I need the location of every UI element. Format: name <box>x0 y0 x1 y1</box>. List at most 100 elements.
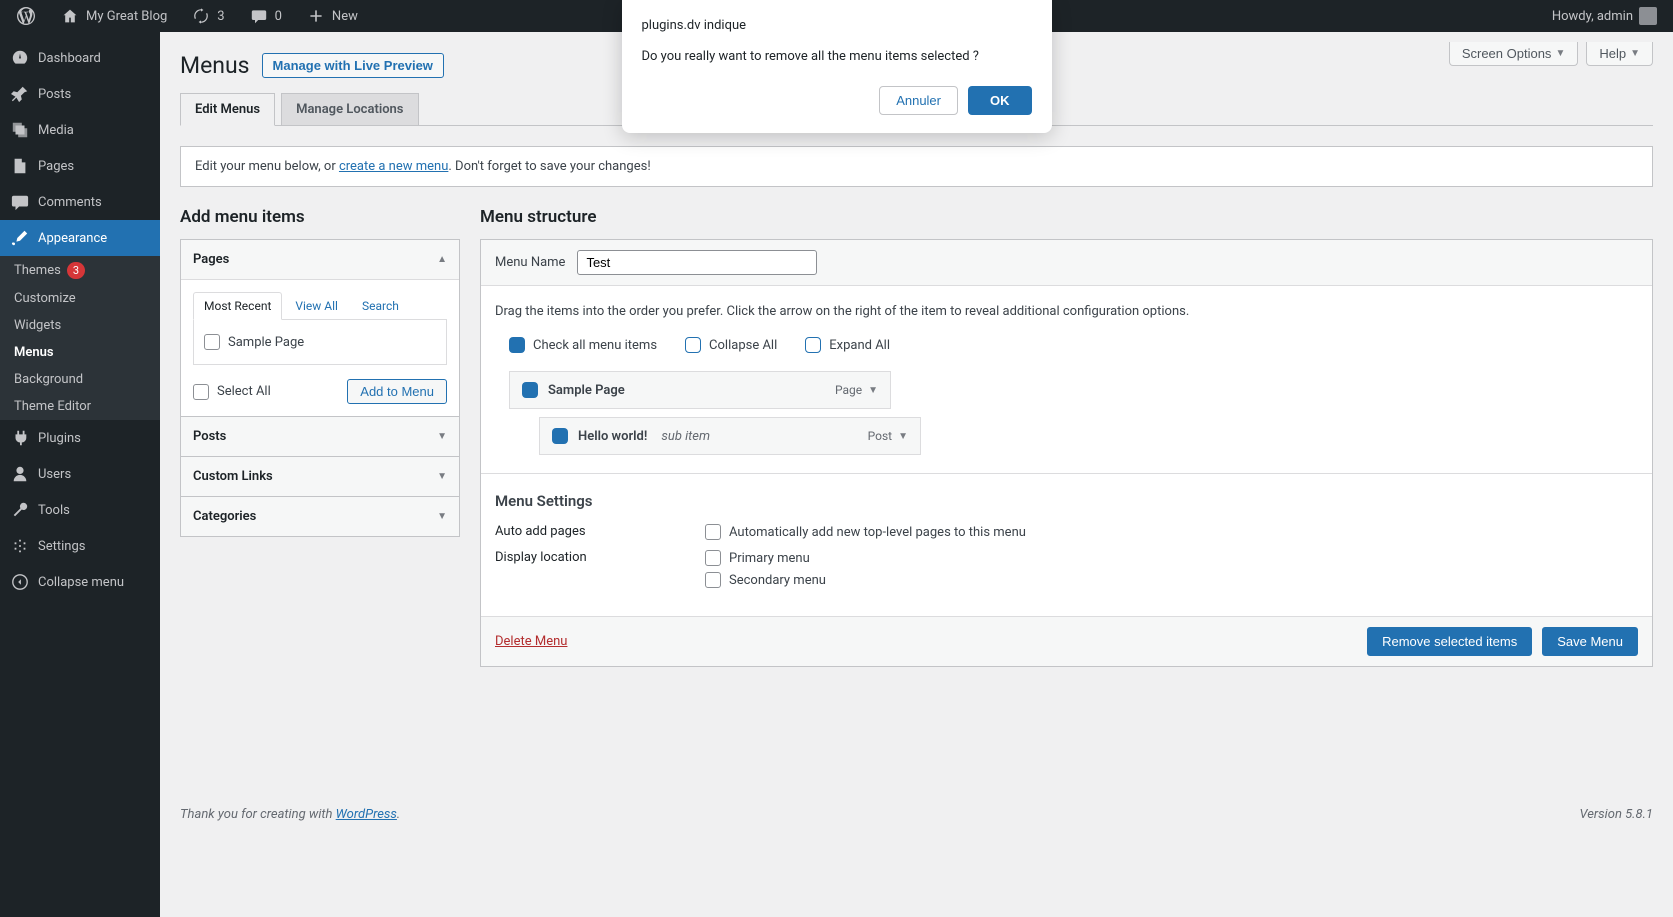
submenu-customize[interactable]: Customize <box>0 285 160 312</box>
updates-link[interactable]: 3 <box>183 0 232 32</box>
chevron-up-icon: ▲ <box>437 254 447 265</box>
sidebar-item-appearance[interactable]: Appearance <box>0 220 160 256</box>
checkbox[interactable] <box>204 334 220 350</box>
dialog-ok-button[interactable]: OK <box>968 86 1032 115</box>
checkbox-icon <box>685 337 701 353</box>
check-all-toggle[interactable]: Check all menu items <box>509 337 657 353</box>
sidebar-item-settings[interactable]: Settings <box>0 528 160 564</box>
expand-all-link[interactable]: Expand All <box>805 337 890 353</box>
accordion-custom-links-header[interactable]: Custom Links ▼ <box>181 456 459 496</box>
checkbox-checked-icon[interactable] <box>552 428 568 444</box>
settings-icon <box>10 536 30 556</box>
menu-structure-column: Menu structure Menu Name Drag the items … <box>480 207 1653 667</box>
checkbox[interactable] <box>705 572 721 588</box>
accordion-pages-body: Most Recent View All Search Sample Page <box>181 279 459 416</box>
submenu-background[interactable]: Background <box>0 366 160 393</box>
pages-tab-recent[interactable]: Most Recent <box>193 292 282 320</box>
accordion-pages-header[interactable]: Pages ▲ <box>181 240 459 279</box>
menu-name-bar: Menu Name <box>481 240 1652 286</box>
checkbox[interactable] <box>705 524 721 540</box>
comments-count: 0 <box>275 9 282 24</box>
sidebar-label: Appearance <box>38 231 107 246</box>
pages-tab-viewall[interactable]: View All <box>284 292 349 320</box>
sidebar-item-tools[interactable]: Tools <box>0 492 160 528</box>
submenu-theme-editor[interactable]: Theme Editor <box>0 393 160 420</box>
site-name-link[interactable]: My Great Blog <box>52 0 175 32</box>
chevron-down-icon: ▼ <box>1555 48 1565 59</box>
structure-description: Drag the items into the order you prefer… <box>495 304 1638 319</box>
sidebar-collapse[interactable]: Collapse menu <box>0 564 160 600</box>
brush-icon <box>10 228 30 248</box>
sidebar-item-posts[interactable]: Posts <box>0 76 160 112</box>
home-icon <box>60 6 80 26</box>
structure-heading: Menu structure <box>480 207 1653 227</box>
collapse-icon <box>10 572 30 592</box>
pin-icon <box>10 84 30 104</box>
checkbox-checked-icon <box>509 337 525 353</box>
howdy-link[interactable]: Howdy, admin <box>1544 0 1665 32</box>
sidebar-item-users[interactable]: Users <box>0 456 160 492</box>
dialog-title: plugins.dv indique <box>642 18 1032 33</box>
live-preview-button[interactable]: Manage with Live Preview <box>262 53 444 78</box>
bulk-actions-row: Check all menu items Collapse All Expand… <box>495 337 1638 353</box>
menu-name-input[interactable] <box>577 250 817 275</box>
page-checkbox-row[interactable]: Sample Page <box>204 330 436 354</box>
sidebar-item-plugins[interactable]: Plugins <box>0 420 160 456</box>
menu-item-row[interactable]: Hello world! sub item Post ▼ <box>539 417 921 455</box>
sidebar-label: Settings <box>38 539 85 554</box>
admin-bar-left: My Great Blog 3 0 New <box>8 0 366 32</box>
admin-sidebar: Dashboard Posts Media Pages Comments App… <box>0 32 160 917</box>
chevron-down-icon[interactable]: ▼ <box>868 385 878 396</box>
location-primary-checkbox[interactable]: Primary menu <box>705 550 826 566</box>
sidebar-item-comments[interactable]: Comments <box>0 184 160 220</box>
sidebar-item-media[interactable]: Media <box>0 112 160 148</box>
collapse-all-link[interactable]: Collapse All <box>685 337 777 353</box>
submenu-menus[interactable]: Menus <box>0 339 160 366</box>
submenu-themes[interactable]: Themes 3 <box>0 256 160 285</box>
wordpress-link[interactable]: WordPress <box>336 807 397 822</box>
sidebar-label: Plugins <box>38 431 81 446</box>
update-icon <box>191 6 211 26</box>
submenu-widgets[interactable]: Widgets <box>0 312 160 339</box>
remove-selected-button[interactable]: Remove selected items <box>1367 627 1532 656</box>
comment-icon <box>249 6 269 26</box>
create-menu-link[interactable]: create a new menu <box>339 159 448 174</box>
comments-link[interactable]: 0 <box>241 0 290 32</box>
updates-count: 3 <box>217 9 224 24</box>
checkbox[interactable] <box>705 550 721 566</box>
admin-bar-right: Howdy, admin <box>1544 0 1665 32</box>
new-content-link[interactable]: New <box>298 0 366 32</box>
menu-item-row[interactable]: Sample Page Page ▼ <box>509 371 891 409</box>
wp-logo[interactable] <box>8 0 44 32</box>
sidebar-item-pages[interactable]: Pages <box>0 148 160 184</box>
tab-manage-locations[interactable]: Manage Locations <box>281 93 418 126</box>
auto-add-checkbox[interactable]: Automatically add new top-level pages to… <box>705 524 1026 540</box>
accordion-posts-header[interactable]: Posts ▼ <box>181 416 459 456</box>
chevron-down-icon: ▼ <box>437 431 447 442</box>
dialog-cancel-button[interactable]: Annuler <box>879 86 958 115</box>
dialog-actions: Annuler OK <box>642 86 1032 115</box>
sidebar-item-dashboard[interactable]: Dashboard <box>0 40 160 76</box>
comment-icon <box>10 192 30 212</box>
menu-name-label: Menu Name <box>495 255 565 270</box>
select-all-row[interactable]: Select All <box>193 380 271 404</box>
save-menu-button[interactable]: Save Menu <box>1542 627 1638 656</box>
sidebar-label: Dashboard <box>38 51 101 66</box>
confirm-dialog: plugins.dv indique Do you really want to… <box>622 0 1052 133</box>
help-button[interactable]: Help ▼ <box>1586 42 1653 66</box>
location-secondary-checkbox[interactable]: Secondary menu <box>705 572 826 588</box>
chevron-down-icon: ▼ <box>437 511 447 522</box>
auto-add-label: Auto add pages <box>495 524 705 540</box>
add-to-menu-button[interactable]: Add to Menu <box>347 379 447 404</box>
checkbox-checked-icon[interactable] <box>522 382 538 398</box>
tab-edit-menus[interactable]: Edit Menus <box>180 93 275 126</box>
avatar-icon <box>1639 7 1657 25</box>
menu-settings: Menu Settings Auto add pages Automatical… <box>481 473 1652 616</box>
pages-tab-search[interactable]: Search <box>351 292 410 320</box>
checkbox[interactable] <box>193 384 209 400</box>
chevron-down-icon[interactable]: ▼ <box>898 431 908 442</box>
sidebar-label: Tools <box>38 503 70 518</box>
delete-menu-link[interactable]: Delete Menu <box>495 634 567 649</box>
screen-options-button[interactable]: Screen Options ▼ <box>1449 42 1579 66</box>
accordion-categories-header[interactable]: Categories ▼ <box>181 496 459 536</box>
